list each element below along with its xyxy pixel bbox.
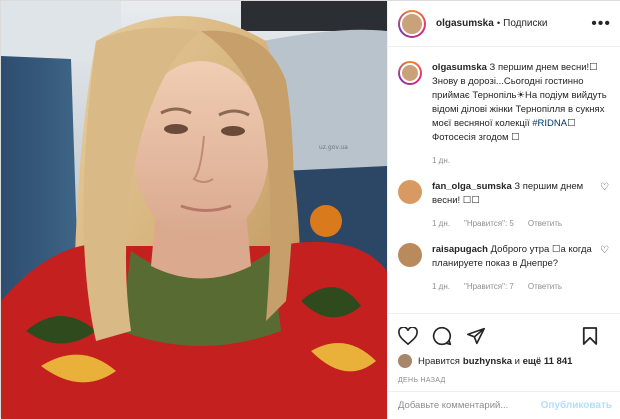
post-actions: Нравится buzhynska и ещё 11 841 ДЕНЬ НАЗ… (388, 313, 620, 384)
more-icon[interactable]: ••• (591, 15, 611, 33)
reply-button[interactable]: Ответить (528, 280, 562, 294)
comment-heart-icon[interactable]: ♡ (600, 182, 612, 231)
comment-likes[interactable]: "Нравится": 7 (464, 280, 514, 294)
following-button[interactable]: Подписки (503, 18, 547, 29)
comment-avatar[interactable] (398, 180, 422, 204)
likes-summary[interactable]: Нравится buzhynska и ещё 11 841 (398, 354, 612, 368)
comment-item: fan_olga_sumska З першим днем весни! ☐☐ … (398, 180, 612, 231)
author-username[interactable]: olgasumska (436, 18, 494, 29)
share-icon[interactable] (466, 327, 486, 345)
comment-input[interactable] (398, 400, 541, 411)
add-comment-bar: Опубликовать (388, 391, 620, 419)
publish-button[interactable]: Опубликовать (541, 400, 612, 411)
comments-list[interactable]: olgasumska З першим днем весни!☐ Знову в… (388, 47, 620, 313)
comment-username[interactable]: raisapugach (432, 244, 488, 255)
bookmark-icon[interactable] (582, 326, 598, 346)
caption-time: 1 дн. (432, 156, 450, 165)
comment-time: 1 дн. (432, 219, 450, 228)
header-separator: • (496, 18, 501, 29)
liker-username[interactable]: buzhynska (463, 356, 512, 367)
comment-likes[interactable]: "Нравится": 5 (464, 217, 514, 231)
post-photo[interactable]: uz.gov.ua (1, 1, 387, 419)
comment-item: raisapugach Доброго утра ☐а когда планир… (398, 243, 612, 294)
caption-hashtag[interactable]: #RIDNA (532, 118, 567, 129)
post-photo-image: uz.gov.ua (1, 1, 387, 419)
likes-middle: и (512, 355, 523, 367)
liker-avatar (398, 354, 412, 368)
caption-username[interactable]: olgasumska (432, 62, 487, 73)
post-age: ДЕНЬ НАЗАД (398, 377, 446, 384)
comment-time: 1 дн. (432, 282, 450, 291)
author-avatar[interactable] (398, 9, 426, 38)
comment-username[interactable]: fan_olga_sumska (432, 181, 512, 192)
likes-count[interactable]: ещё 11 841 (523, 356, 573, 367)
caption-avatar[interactable] (398, 61, 422, 85)
svg-text:uz.gov.ua: uz.gov.ua (319, 144, 348, 151)
comment-avatar[interactable] (398, 243, 422, 267)
comment-heart-icon[interactable]: ♡ (600, 245, 612, 294)
heart-icon[interactable] (398, 327, 418, 345)
reply-button[interactable]: Ответить (528, 217, 562, 231)
instagram-post: uz.gov.ua olgasumska • Подписки ••• olga… (0, 0, 620, 419)
post-side-panel: olgasumska • Подписки ••• olgasumska З п… (387, 1, 620, 419)
caption: olgasumska З першим днем весни!☐ Знову в… (398, 61, 612, 168)
post-header: olgasumska • Подписки ••• (388, 1, 620, 47)
likes-prefix: Нравится (418, 355, 460, 367)
comment-icon[interactable] (432, 326, 452, 346)
